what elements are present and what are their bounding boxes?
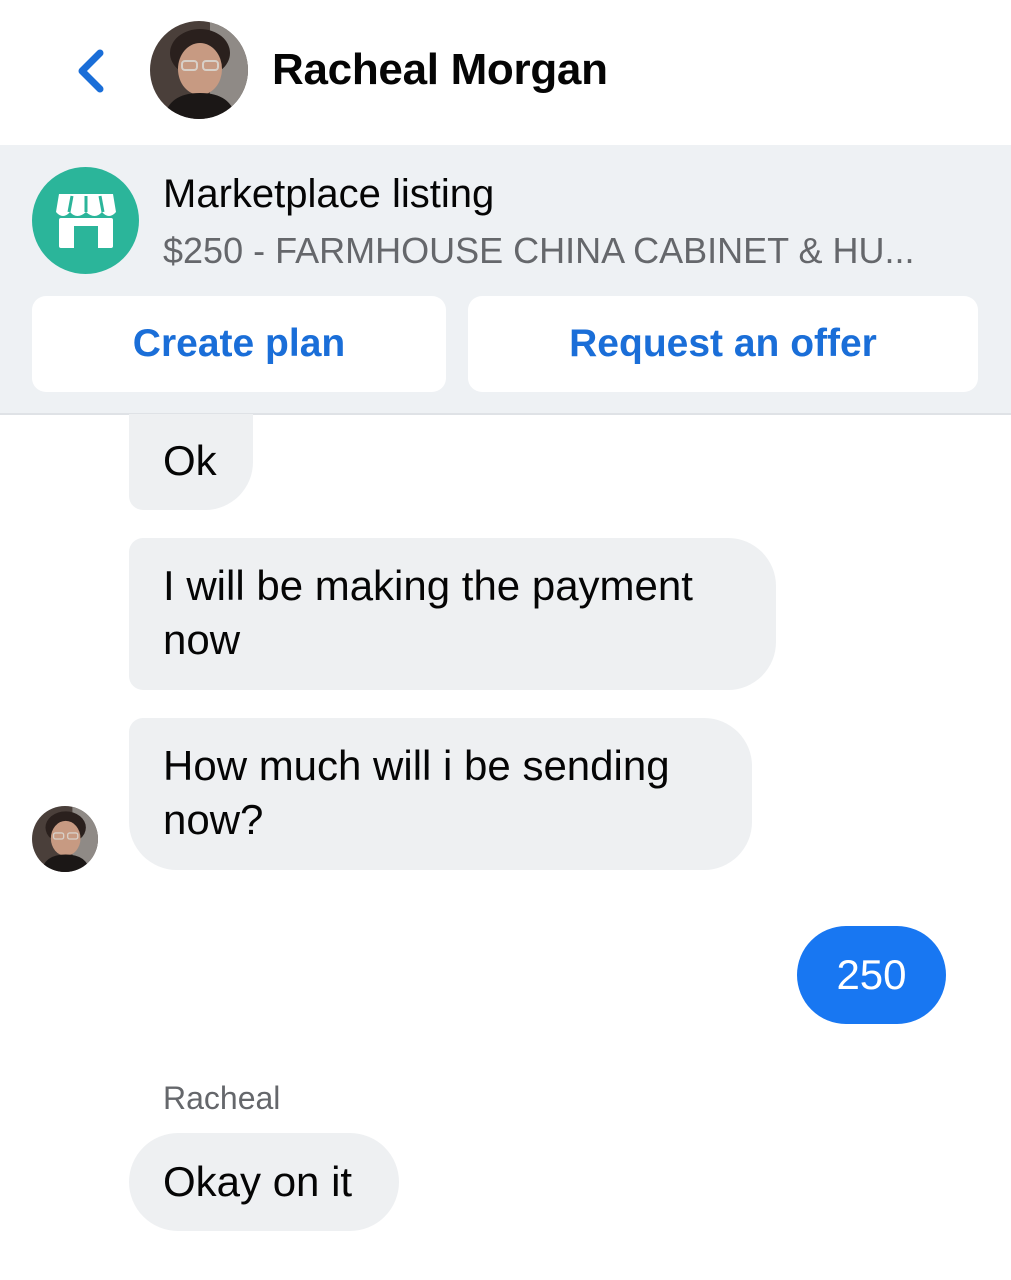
storefront-icon [32,167,139,274]
contact-name[interactable]: Racheal Morgan [272,42,608,98]
message-text: now? [163,796,264,843]
listing-title[interactable]: Marketplace listing [163,169,494,219]
back-button[interactable] [66,44,116,98]
listing-price-title[interactable]: $250 - FARMHOUSE CHINA CABINET & HU... [163,228,915,274]
message-text: I will be making the payment [163,562,693,609]
message-text: now [163,616,241,663]
message-text: Okay on it [163,1158,353,1205]
message-bubble-incoming[interactable]: How much will i be sending now? [129,718,752,870]
message-bubble-incoming[interactable]: Okay on it [129,1133,399,1231]
message-text: 250 [836,951,907,998]
sender-avatar[interactable] [32,806,98,872]
message-bubble-outgoing[interactable]: 250 [797,926,946,1024]
contact-avatar[interactable] [150,21,248,119]
conversation-header: Racheal Morgan [0,0,1011,145]
chevron-left-icon [78,49,104,93]
message-text: How much will i be sending [163,742,670,789]
message-bubble-incoming[interactable]: Ok [129,414,253,510]
marketplace-banner: Marketplace listing $250 - FARMHOUSE CHI… [0,145,1011,415]
request-offer-button[interactable]: Request an offer [468,296,978,392]
sender-name-label: Racheal [163,1080,281,1116]
message-bubble-incoming[interactable]: I will be making the payment now [129,538,776,690]
message-text: Ok [163,437,217,484]
create-plan-button[interactable]: Create plan [32,296,446,392]
